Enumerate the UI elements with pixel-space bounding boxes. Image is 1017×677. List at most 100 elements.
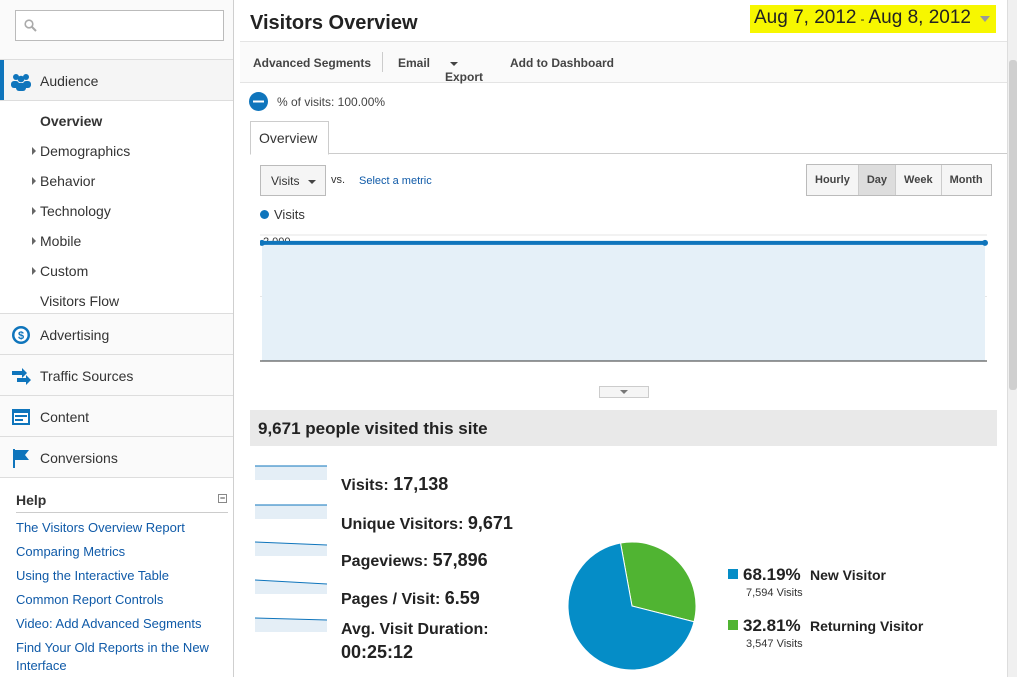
report-header: Visitors Overview Aug 7, 2012- Aug 8, 201… <box>240 0 1007 42</box>
tab-overview[interactable]: Overview <box>250 121 329 155</box>
sparkline <box>255 579 328 594</box>
visits-chart: 2,0001,000 <box>260 234 988 362</box>
expand-icon <box>32 267 36 275</box>
search-input[interactable] <box>44 17 214 35</box>
data-point <box>982 239 988 246</box>
chart-legend: Visits <box>260 207 305 222</box>
audience-subnav: Overview Demographics Behavior Technolog… <box>0 101 233 314</box>
expand-icon <box>32 207 36 215</box>
sidebar-section-audience[interactable]: Audience <box>0 60 233 101</box>
segment-pie-icon[interactable] <box>248 91 269 112</box>
legend-name: New Visitor <box>810 567 886 583</box>
page-scrollbar[interactable] <box>1007 0 1017 677</box>
select-metric-link[interactable]: Select a metric <box>359 175 432 187</box>
metric-select-label: Visits <box>271 174 300 188</box>
day-button[interactable]: Day <box>857 165 896 195</box>
search-box[interactable] <box>15 10 224 41</box>
content-icon <box>12 409 30 425</box>
sidebar-item-mobile[interactable]: Mobile <box>0 225 233 255</box>
sparkline <box>255 617 328 632</box>
help-link[interactable]: Common Report Controls <box>16 591 221 609</box>
sidebar-item-visitors-flow[interactable]: Visitors Flow <box>0 285 233 315</box>
metric-select[interactable]: Visits <box>260 165 326 196</box>
metric-avg-visit-duration: Avg. Visit Duration: 00:25:12 <box>255 616 555 664</box>
export-button[interactable]: Export <box>445 56 483 84</box>
series-dot <box>260 210 269 219</box>
svg-text:$: $ <box>18 330 24 342</box>
flag-icon <box>13 449 29 468</box>
metric-name: Avg. Visit Duration: <box>341 621 489 638</box>
help-link[interactable]: Using the Interactive Table <box>16 567 221 585</box>
sidebar-item-custom[interactable]: Custom <box>0 255 233 285</box>
metric-name: Pages / Visit: <box>341 591 441 608</box>
legend-swatch <box>728 569 738 579</box>
help-link[interactable]: Comparing Metrics <box>16 543 221 561</box>
export-label: Export <box>445 70 484 84</box>
metric-unique-visitors: Unique Visitors: 9,671 <box>255 503 555 533</box>
sidebar: Audience Overview Demographics Behavior … <box>0 0 234 677</box>
metric-value: 00:25:12 <box>341 642 414 662</box>
arrows-icon <box>12 368 31 385</box>
report-toolbar: Advanced Segments Email Export Add to Da… <box>240 42 1007 84</box>
sidebar-item-overview[interactable]: Overview <box>0 105 233 135</box>
legend-name: Returning Visitor <box>810 618 924 634</box>
help-panel: Help − The Visitors Overview Report Compa… <box>0 492 233 675</box>
vs-label: vs. <box>331 174 346 186</box>
metric-pageviews: Pageviews: 57,896 <box>255 540 555 570</box>
date-end: Aug 8, 2012 <box>868 7 971 28</box>
scrollbar-thumb[interactable] <box>1009 60 1017 390</box>
collapse-icon[interactable]: − <box>218 494 227 503</box>
metric-visits: Visits: 17,138 <box>255 464 555 494</box>
sparkline <box>255 504 327 519</box>
help-title: Help − <box>16 492 228 513</box>
report-tabs: Overview <box>250 121 1007 155</box>
sidebar-item-technology[interactable]: Technology <box>0 195 233 225</box>
sidebar-item-label: Visitors Flow <box>40 293 120 309</box>
sidebar-section-content[interactable]: Content <box>0 396 233 437</box>
chart-resize-handle[interactable] <box>599 386 649 398</box>
sidebar-item-label: Behavior <box>40 173 96 189</box>
sparkline <box>255 465 327 480</box>
date-range-picker[interactable]: Aug 7, 2012- Aug 8, 2012 <box>750 5 996 33</box>
metric-value: 9,671 <box>467 513 513 533</box>
sidebar-item-behavior[interactable]: Behavior <box>0 165 233 195</box>
chevron-down-icon <box>308 180 316 184</box>
main-content: Visitors Overview Aug 7, 2012- Aug 8, 201… <box>240 0 1007 677</box>
help-link[interactable]: Video: Add Advanced Segments <box>16 615 221 633</box>
email-button[interactable]: Email <box>398 56 430 70</box>
sidebar-section-label: Conversions <box>40 450 118 466</box>
help-link[interactable]: The Visitors Overview Report <box>16 519 221 537</box>
metric-value: 57,896 <box>432 550 488 570</box>
chevron-down-icon <box>450 61 458 66</box>
expand-icon <box>32 177 36 185</box>
toolbar-divider <box>382 52 383 72</box>
legend-percent: 68.19% <box>743 565 801 584</box>
legend-count: 3,547 Visits <box>746 638 803 650</box>
sidebar-section-label: Audience <box>40 73 99 89</box>
sidebar-item-label: Mobile <box>40 233 82 249</box>
page-title: Visitors Overview <box>250 12 418 34</box>
legend-swatch <box>728 620 738 630</box>
chevron-down-icon <box>980 16 990 22</box>
expand-icon <box>32 237 36 245</box>
metric-label: Visits: 17,138 <box>341 474 448 495</box>
sidebar-section-label: Advertising <box>40 327 110 343</box>
month-button[interactable]: Month <box>940 165 991 195</box>
search-icon <box>24 19 37 32</box>
metric-label: Pageviews: 57,896 <box>341 550 488 571</box>
help-link[interactable]: Find Your Old Reports in the New Interfa… <box>16 639 221 675</box>
help-title-text: Help <box>16 492 47 508</box>
legend-label: Visits <box>274 207 305 222</box>
sidebar-section-conversions[interactable]: Conversions <box>0 437 233 478</box>
metric-name: Unique Visitors: <box>341 516 464 533</box>
week-button[interactable]: Week <box>895 165 941 195</box>
sidebar-item-demographics[interactable]: Demographics <box>0 135 233 165</box>
sidebar-section-traffic-sources[interactable]: Traffic Sources <box>0 355 233 396</box>
expand-icon <box>32 147 36 155</box>
hourly-button[interactable]: Hourly <box>807 165 858 195</box>
sparkline <box>255 541 328 556</box>
segment-label: % of visits: 100.00% <box>277 95 386 109</box>
sidebar-section-advertising[interactable]: $ Advertising <box>0 314 233 355</box>
advanced-segments-button[interactable]: Advanced Segments <box>253 56 371 70</box>
add-to-dashboard-button[interactable]: Add to Dashboard <box>510 56 614 70</box>
